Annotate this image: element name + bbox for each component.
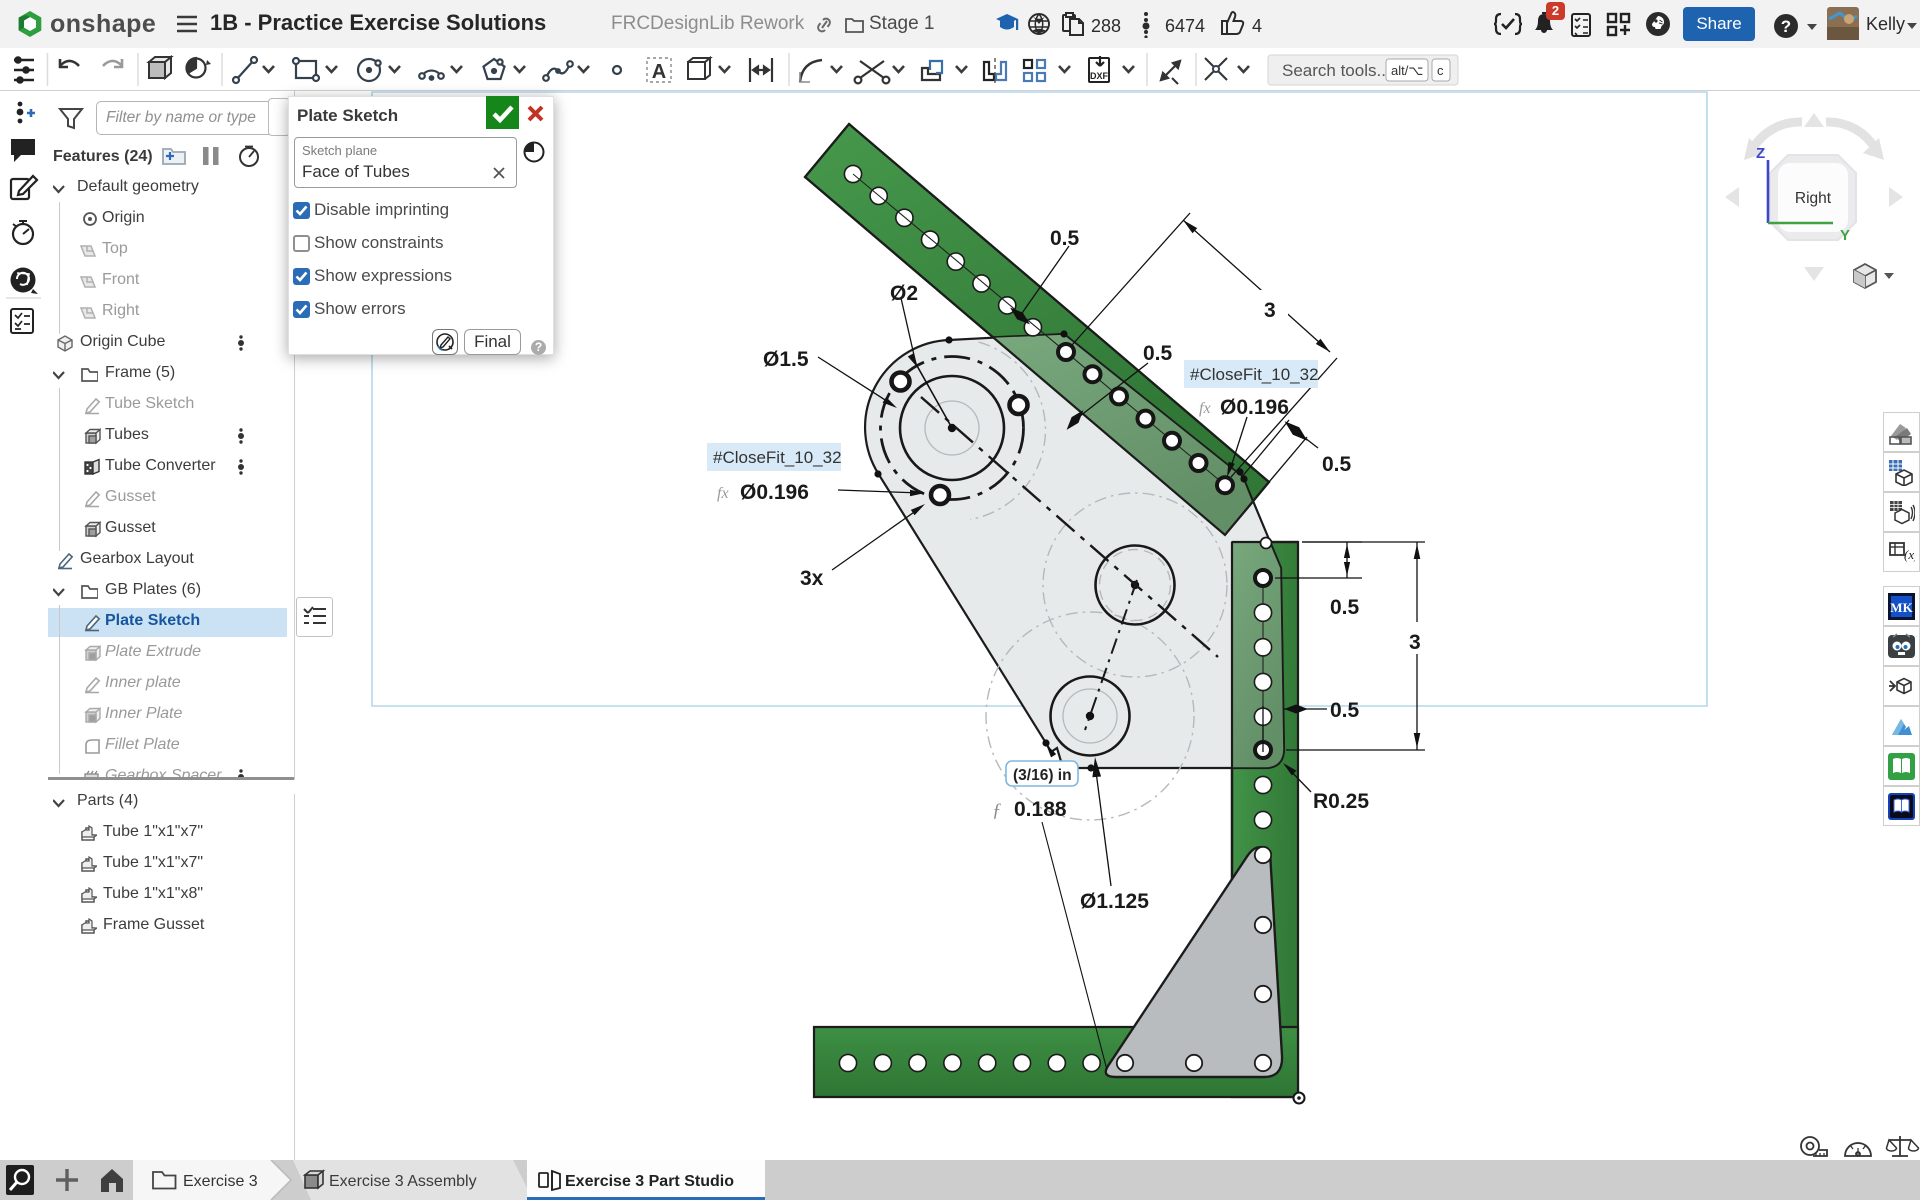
svg-text:Exercise 3: Exercise 3 (183, 1173, 258, 1190)
svg-text:0.5: 0.5 (1330, 596, 1360, 619)
svg-text:#CloseFit_10_32: #CloseFit_10_32 (1190, 365, 1319, 384)
svg-text:fx: fx (1199, 400, 1211, 417)
svg-text:Ø1.5: Ø1.5 (763, 348, 809, 371)
svg-text:3x: 3x (800, 567, 824, 590)
svg-text:Right: Right (1795, 190, 1832, 207)
svg-text:0.5: 0.5 (1322, 453, 1352, 476)
svg-text:DXF: DXF (1090, 71, 1109, 81)
svg-text:3: 3 (1409, 631, 1421, 654)
svg-text:MK: MK (1890, 600, 1913, 615)
svg-text:Ø1.125: Ø1.125 (1080, 890, 1149, 913)
svg-text:3: 3 (1264, 299, 1276, 322)
svg-text:#CloseFit_10_32: #CloseFit_10_32 (713, 448, 842, 467)
svg-text:fx: fx (717, 485, 729, 502)
svg-text:Search tools...: Search tools... (1282, 61, 1391, 80)
svg-text:Z: Z (1756, 145, 1765, 162)
svg-text:(3/16) in: (3/16) in (1013, 767, 1072, 784)
svg-text:Exercise 3 Part Studio: Exercise 3 Part Studio (565, 1173, 734, 1190)
svg-text:Ø0.196: Ø0.196 (1220, 396, 1289, 419)
svg-text:c: c (1437, 63, 1444, 78)
svg-text:0.188: 0.188 (1014, 798, 1067, 821)
svg-text:0.5: 0.5 (1330, 699, 1360, 722)
svg-text:R0.25: R0.25 (1313, 790, 1369, 813)
svg-text:A: A (652, 61, 666, 83)
svg-text:(x): (x) (1904, 547, 1915, 562)
svg-text:Exercise 3 Assembly: Exercise 3 Assembly (329, 1173, 477, 1190)
svg-text:Y: Y (1840, 227, 1850, 244)
svg-text:Ø0.196: Ø0.196 (740, 481, 809, 504)
svg-text:Ø2: Ø2 (890, 282, 918, 305)
svg-text:0.5: 0.5 (1143, 342, 1173, 365)
svg-text:ƒ: ƒ (992, 800, 1002, 821)
svg-text:0.5: 0.5 (1050, 227, 1080, 250)
svg-text:alt/⌥: alt/⌥ (1391, 63, 1423, 78)
